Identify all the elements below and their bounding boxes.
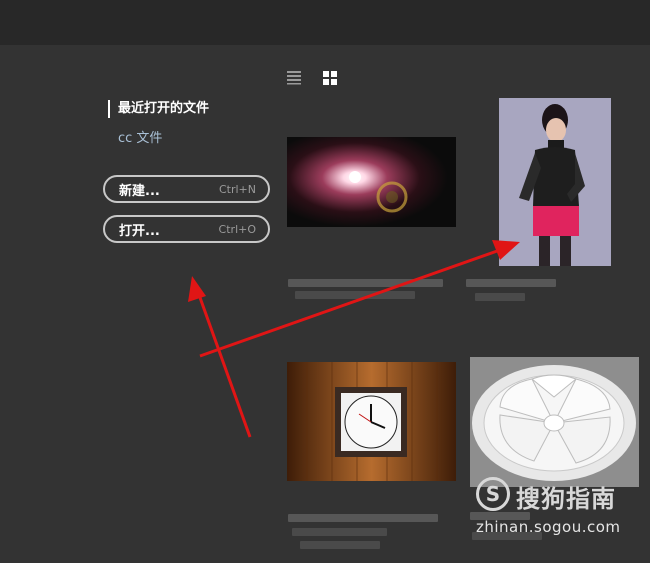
open-shortcut: Ctrl+O [218, 222, 256, 236]
grid-view-icon[interactable] [321, 68, 339, 86]
nav-cc-files[interactable]: cc 文件 [118, 130, 162, 148]
nav-recent-files-label: 最近打开的文件 [118, 101, 210, 116]
top-bar [0, 0, 650, 45]
nav-recent-files[interactable]: 最近打开的文件 [108, 100, 209, 118]
new-shortcut: Ctrl+N [218, 182, 256, 196]
watermark-url: zhinan.sogou.com [476, 518, 621, 536]
arrow-to-thumbnail [199, 248, 501, 358]
open-button-label: 打开... [119, 223, 160, 239]
arrow-to-open-button [196, 291, 252, 438]
arrow-head-open [188, 276, 206, 302]
watermark-brand: 搜狗指南 [516, 485, 616, 513]
open-button[interactable]: 打开... Ctrl+O [103, 215, 270, 243]
nav-cc-files-label: cc 文件 [118, 131, 163, 146]
recent-file-thumbnail-clock[interactable] [287, 362, 456, 481]
new-button-label: 新建... [119, 183, 160, 199]
recent-file-thumbnail-person[interactable] [499, 98, 611, 266]
new-button[interactable]: 新建... Ctrl+N [103, 175, 270, 203]
recent-file-thumbnail-plate[interactable] [470, 357, 639, 487]
recent-file-thumbnail-flare[interactable] [287, 137, 456, 227]
sogou-logo-icon: S [476, 477, 510, 511]
list-view-icon[interactable] [285, 68, 303, 86]
